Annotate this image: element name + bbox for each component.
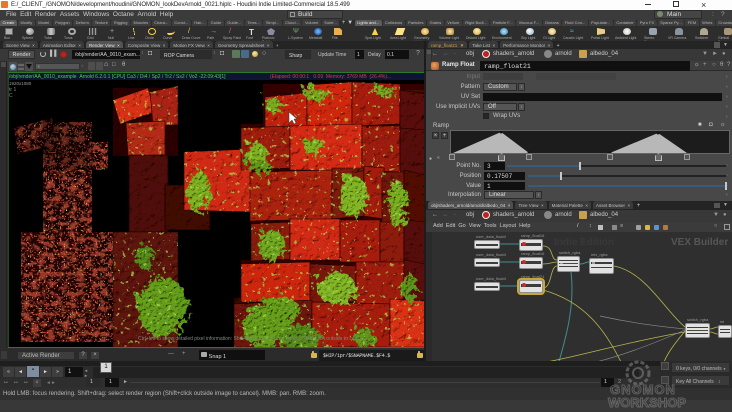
svg-text:WORKSHOP: WORKSHOP — [608, 395, 686, 410]
